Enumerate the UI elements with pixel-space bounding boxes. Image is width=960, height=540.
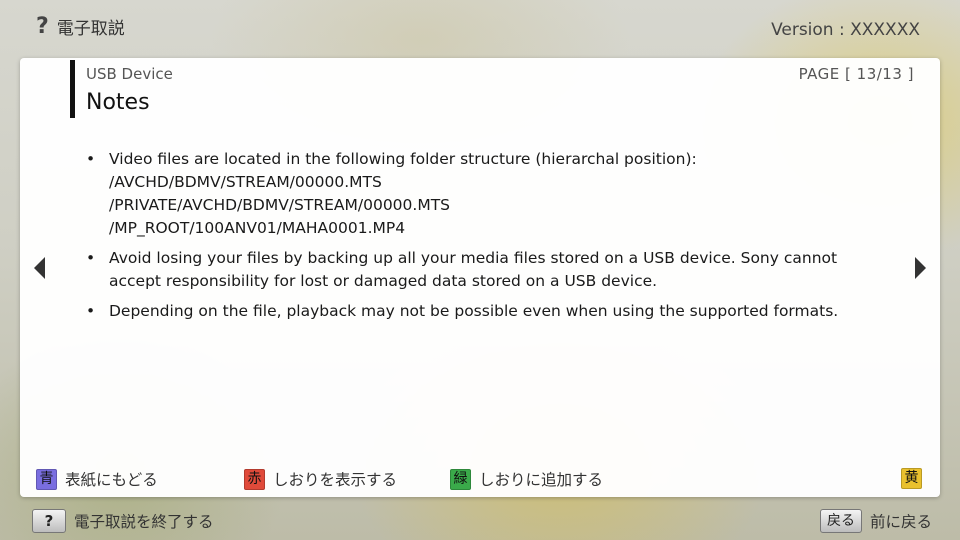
list-item: • Depending on the file, playback may no…: [86, 300, 866, 323]
previous-page-arrow-icon[interactable]: [34, 257, 45, 279]
bullet-icon: •: [86, 302, 96, 320]
green-key-icon: 緑: [450, 468, 471, 490]
back-label: 前に戻る: [869, 513, 932, 531]
red-key-label: しおりを表示する: [273, 471, 398, 489]
manual-title: 電子取説: [56, 19, 125, 39]
list-item: • Video files are located in the followi…: [86, 148, 866, 240]
blue-key-label: 表紙にもどる: [65, 471, 158, 489]
list-item-text: Video files are located in the following…: [109, 150, 697, 168]
blue-key-icon: 青: [36, 468, 57, 490]
next-page-arrow-icon[interactable]: [915, 257, 926, 279]
folder-path: /MP_ROOT/100ANV01/MAHA0001.MP4: [109, 219, 406, 237]
help-button-icon: ?: [32, 509, 66, 533]
list-item-text: Avoid losing your files by backing up al…: [109, 249, 838, 267]
green-key-label: しおりに追加する: [479, 471, 604, 489]
yellow-key-icon: 黄: [901, 468, 922, 489]
page-indicator: PAGE [ 13/13 ]: [798, 65, 914, 83]
green-key-action[interactable]: 緑 しおりに追加する: [450, 468, 603, 490]
color-key-legend: 青 表紙にもどる 赤 しおりを表示する 緑 しおりに追加する 黄: [36, 468, 926, 490]
category-label: USB Device: [86, 65, 173, 83]
exit-manual-label: 電子取説を終了する: [74, 513, 214, 531]
folder-path: /AVCHD/BDMV/STREAM/00000.MTS: [109, 173, 382, 191]
red-key-icon: 赤: [244, 468, 265, 490]
folder-path: /PRIVATE/AVCHD/BDMV/STREAM/00000.MTS: [109, 196, 451, 214]
exit-manual-action[interactable]: ? 電子取説を終了する: [32, 509, 214, 533]
list-item: • Avoid losing your files by backing up …: [86, 247, 866, 293]
heading-accent-bar: [70, 60, 75, 118]
back-button-icon: 戻る: [819, 509, 862, 533]
list-item-text: Depending on the file, playback may not …: [109, 302, 839, 320]
red-key-action[interactable]: 赤 しおりを表示する: [244, 468, 397, 490]
bullet-icon: •: [86, 249, 96, 267]
help-icon: ?: [36, 13, 49, 39]
version-label: Version : XXXXXX: [771, 20, 920, 40]
back-action[interactable]: 戻る 前に戻る: [819, 509, 932, 533]
content-panel: USB Device PAGE [ 13/13 ] Notes • Video …: [20, 58, 940, 497]
blue-key-action[interactable]: 青 表紙にもどる: [36, 468, 158, 490]
manual-header: ? 電子取説: [36, 14, 125, 39]
page-heading: Notes: [86, 90, 150, 115]
notes-list: • Video files are located in the followi…: [86, 148, 866, 330]
list-item-text: accept responsibility for lost or damage…: [109, 272, 658, 290]
yellow-key-action[interactable]: 黄: [901, 468, 922, 489]
bullet-icon: •: [86, 150, 96, 168]
